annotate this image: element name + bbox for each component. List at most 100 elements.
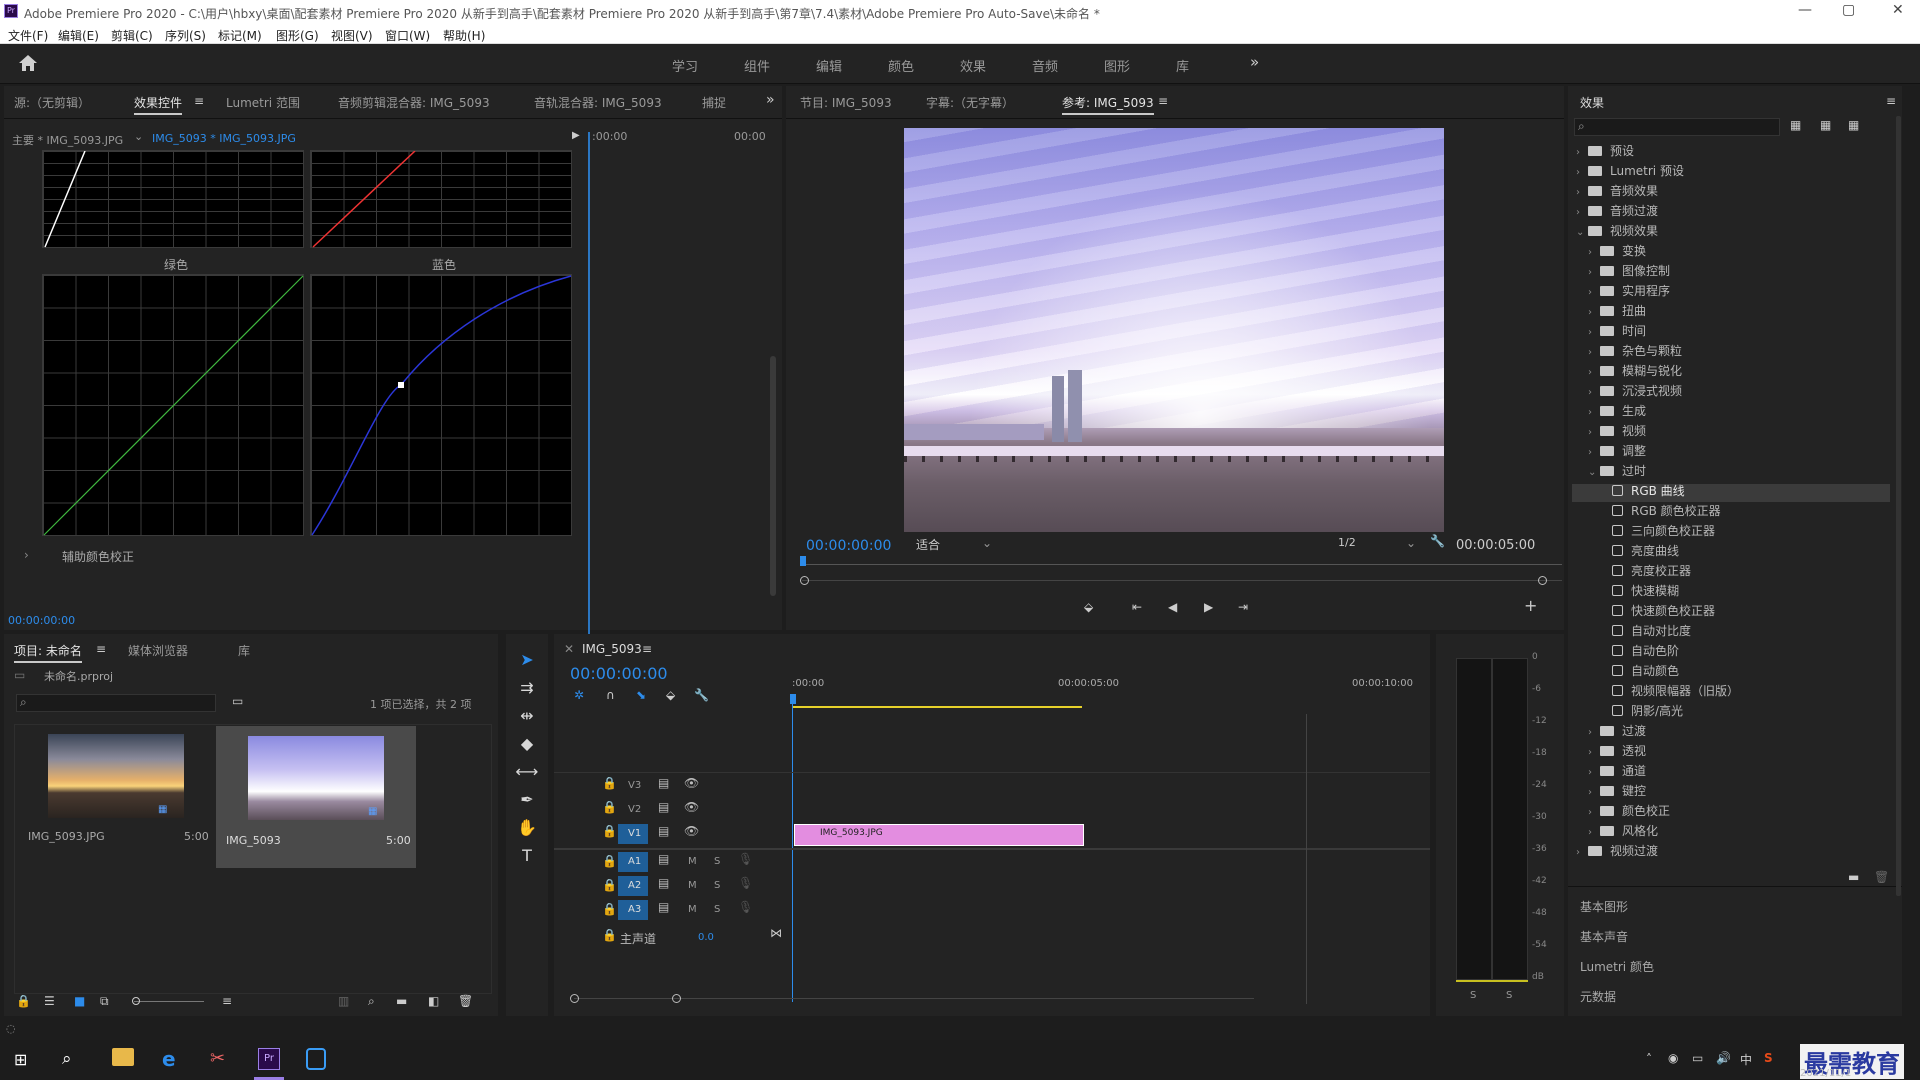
- workspace-effects[interactable]: 效果: [960, 56, 986, 75]
- secondary-color-correction[interactable]: 辅助颜色校正: [62, 548, 134, 565]
- effect-preset[interactable]: 亮度曲线: [1600, 542, 1679, 562]
- snap-icon[interactable]: ∩: [606, 688, 615, 702]
- tab-reference[interactable]: 参考: IMG_5093: [1062, 94, 1154, 115]
- track-v3-label[interactable]: V3: [628, 780, 641, 791]
- green-curve-grid[interactable]: [42, 274, 304, 536]
- effects-folder[interactable]: › 风格化: [1588, 822, 1658, 842]
- hand-tool-icon[interactable]: ✋: [512, 818, 542, 837]
- tab-media-browser[interactable]: 媒体浏览器: [128, 642, 188, 659]
- tab-capture[interactable]: 捕捉: [702, 94, 726, 111]
- pen-tool-icon[interactable]: ✒: [512, 790, 542, 809]
- chevron-right-icon[interactable]: ›: [1576, 847, 1588, 858]
- slip-tool-icon[interactable]: ⟷: [512, 762, 542, 781]
- workspace-audio[interactable]: 音频: [1032, 56, 1058, 75]
- effect-preset[interactable]: 视频限幅器（旧版）: [1600, 682, 1739, 702]
- tab-audio-track-mixer[interactable]: 音轨混合器: IMG_5093: [534, 94, 662, 111]
- effect-preset[interactable]: RGB 曲线: [1600, 482, 1685, 502]
- chevron-right-icon[interactable]: ›: [1588, 827, 1600, 838]
- menu-clip[interactable]: 剪辑(C): [111, 27, 153, 44]
- chevron-down-icon[interactable]: ⌄: [982, 536, 992, 550]
- tray-chevron-icon[interactable]: ˄: [1646, 1052, 1652, 1066]
- chevron-right-icon[interactable]: ›: [1588, 347, 1600, 358]
- sort-icon[interactable]: ≡: [222, 994, 232, 1008]
- zoom-handle-right[interactable]: [672, 994, 681, 1003]
- tray-app-icon[interactable]: ◉: [1668, 1051, 1678, 1065]
- chevron-right-icon[interactable]: ›: [1588, 247, 1600, 258]
- ime-icon[interactable]: 中: [1740, 1051, 1752, 1068]
- menu-view[interactable]: 视图(V): [331, 27, 373, 44]
- linked-selection-icon[interactable]: ⬊: [636, 688, 646, 702]
- search-icon[interactable]: ⌕: [62, 1049, 72, 1069]
- tab-program[interactable]: 节目: IMG_5093: [800, 94, 892, 111]
- tab-lumetri-scopes[interactable]: Lumetri 范围: [226, 94, 300, 111]
- chevron-right-icon[interactable]: ›: [1588, 427, 1600, 438]
- automate-icon[interactable]: ▥: [338, 994, 349, 1008]
- section-metadata[interactable]: 元数据: [1580, 988, 1616, 1005]
- effects-folder[interactable]: ⌄ 视频效果: [1576, 222, 1658, 242]
- timeline-timecode[interactable]: 00:00:00:00: [570, 664, 668, 683]
- monitor-ruler[interactable]: [802, 564, 1562, 565]
- selection-tool-icon[interactable]: ➤: [512, 650, 542, 669]
- home-icon[interactable]: [18, 54, 38, 72]
- program-timecode[interactable]: 00:00:00:00: [806, 538, 891, 554]
- go-to-out-icon[interactable]: ⋈: [770, 926, 782, 940]
- red-curve-grid[interactable]: [310, 150, 572, 248]
- effects-folder[interactable]: › 键控: [1588, 782, 1646, 802]
- eye-icon[interactable]: 👁: [684, 776, 699, 790]
- effects-folder[interactable]: › 透视: [1588, 742, 1646, 762]
- solo-button[interactable]: S: [714, 856, 720, 867]
- chevron-right-icon[interactable]: ›: [1588, 447, 1600, 458]
- chevron-right-icon[interactable]: ›: [1588, 367, 1600, 378]
- tab-libraries[interactable]: 库: [238, 642, 250, 659]
- effect-preset[interactable]: 快速模糊: [1600, 582, 1679, 602]
- track-select-tool-icon[interactable]: ⇉: [512, 678, 542, 697]
- chevron-down-icon[interactable]: ⌄: [1406, 536, 1416, 550]
- new-bin-from-search-icon[interactable]: ▭: [232, 694, 243, 708]
- chevron-right-icon[interactable]: ›: [24, 548, 29, 562]
- mute-button[interactable]: M: [688, 904, 697, 915]
- sequence-tab[interactable]: IMG_5093: [582, 642, 642, 656]
- master-clip-label[interactable]: 主要 * IMG_5093.JPG: [12, 132, 123, 148]
- find-icon[interactable]: ⌕: [368, 994, 375, 1009]
- clip-dropdown[interactable]: IMG_5093 * IMG_5093.JPG: [152, 132, 296, 145]
- chevron-right-icon[interactable]: ›: [1588, 767, 1600, 778]
- chevron-right-icon[interactable]: ›: [1588, 267, 1600, 278]
- lock-icon[interactable]: 🔒: [602, 776, 617, 790]
- mini-playhead[interactable]: [588, 132, 590, 682]
- section-essential-sound[interactable]: 基本声音: [1580, 928, 1628, 945]
- chevron-right-icon[interactable]: ›: [1588, 747, 1600, 758]
- track-a3-label[interactable]: A3: [628, 904, 641, 915]
- section-lumetri-color[interactable]: Lumetri 颜色: [1580, 958, 1654, 975]
- effects-folder[interactable]: › 图像控制: [1588, 262, 1670, 282]
- effects-folder[interactable]: ⌄ 过时: [1588, 462, 1646, 482]
- lock-icon[interactable]: 🔒: [602, 824, 617, 838]
- minimize-button[interactable]: —: [1798, 2, 1812, 18]
- play-icon[interactable]: ▶: [1204, 600, 1213, 614]
- sogou-ime-icon[interactable]: S: [1764, 1051, 1773, 1065]
- close-button[interactable]: ✕: [1892, 2, 1904, 18]
- lock-icon[interactable]: 🔒: [602, 928, 617, 942]
- panel-menu-icon[interactable]: ≡: [642, 642, 652, 656]
- type-tool-icon[interactable]: T: [512, 846, 542, 865]
- tab-captions[interactable]: 字幕:（无字幕）: [926, 94, 1014, 111]
- effects-folder[interactable]: › 沉浸式视频: [1588, 382, 1682, 402]
- effects-folder[interactable]: › 过渡: [1588, 722, 1646, 742]
- effects-scrollbar[interactable]: [1896, 116, 1901, 896]
- freeform-view-icon[interactable]: ⧉: [100, 994, 109, 1009]
- chevron-down-icon[interactable]: ⌄: [1576, 227, 1588, 238]
- lock-icon[interactable]: 🔒: [602, 854, 617, 868]
- program-video-frame[interactable]: [904, 128, 1444, 532]
- add-marker-icon[interactable]: ⬙: [666, 688, 675, 702]
- trash-icon[interactable]: 🗑: [1874, 870, 1889, 884]
- effect-preset[interactable]: 亮度校正器: [1600, 562, 1691, 582]
- chevron-right-icon[interactable]: ›: [1588, 407, 1600, 418]
- menu-marker[interactable]: 标记(M): [218, 27, 262, 44]
- maximize-button[interactable]: ▢: [1842, 2, 1855, 18]
- panel-menu-icon[interactable]: ≡: [1158, 94, 1168, 108]
- chevron-right-icon[interactable]: ›: [1588, 287, 1600, 298]
- resolution-dropdown[interactable]: 1/2: [1338, 536, 1356, 549]
- wrench-icon[interactable]: 🔧: [694, 688, 709, 702]
- panel-menu-icon[interactable]: ≡: [194, 94, 204, 108]
- work-area-bar[interactable]: [792, 706, 1082, 708]
- film-icon[interactable]: ▤: [658, 776, 669, 790]
